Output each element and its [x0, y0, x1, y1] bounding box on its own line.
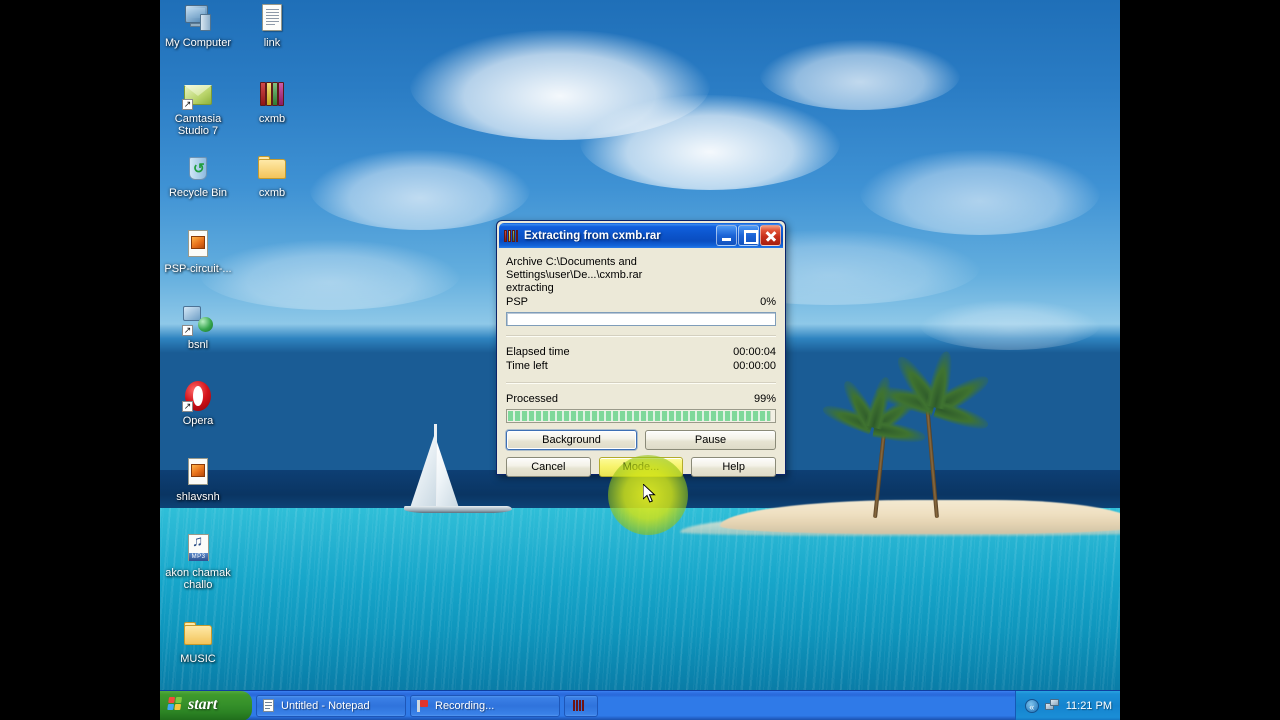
ocean-foreground — [160, 508, 1120, 720]
time-left-row: Time left 00:00:00 — [506, 359, 776, 373]
taskbar-item-winrar[interactable] — [564, 694, 598, 717]
psp-file-icon — [182, 228, 214, 260]
desktop-icon-recycle-bin[interactable]: ↺ Recycle Bin — [160, 152, 236, 199]
desktop-icon-my-computer[interactable]: My Computer — [160, 2, 236, 49]
windows-flag-icon — [167, 697, 184, 712]
recycle-bin-icon: ↺ — [182, 152, 214, 184]
desktop-icon-cxmb-folder[interactable]: cxmb — [234, 152, 310, 199]
winrar-archive-icon — [256, 78, 288, 110]
desktop-icon-label: My Computer — [164, 37, 232, 49]
mode-button[interactable]: Mode... — [598, 457, 684, 477]
elapsed-time-row: Elapsed time 00:00:04 — [506, 345, 776, 359]
desktop-icon-psp-circuit[interactable]: PSP-circuit-... — [160, 228, 236, 275]
folder-icon — [256, 152, 288, 184]
desktop-icon-label: cxmb — [258, 113, 286, 125]
minimize-button[interactable] — [716, 225, 737, 246]
camtasia-recorder-icon — [416, 699, 430, 713]
cancel-button[interactable]: Cancel — [506, 457, 591, 477]
elapsed-time-label: Elapsed time — [506, 346, 570, 358]
desktop-icon-camtasia-studio-7[interactable]: ↗ Camtasia Studio 7 — [160, 78, 236, 137]
desktop-icon-label: PSP-circuit-... — [164, 263, 232, 275]
psp-file-icon — [182, 456, 214, 488]
network-activity-icon[interactable] — [1044, 699, 1060, 712]
taskbar-item-notepad[interactable]: Untitled - Notepad — [256, 694, 406, 717]
dialog-button-row-primary: Background Pause — [506, 430, 776, 450]
operation-status-label: extracting — [506, 282, 554, 294]
current-file-progress-bar — [506, 312, 776, 326]
taskbar-item-label: Untitled - Notepad — [281, 699, 370, 712]
current-file-percent: 0% — [760, 296, 776, 308]
desktop-icon-label: link — [263, 37, 281, 49]
desktop-icon-label: MUSIC — [180, 653, 216, 665]
desktop-icon-akon-chamak-challo[interactable]: ♫ MP3 akon chamak challo — [160, 532, 236, 591]
desktop-icon-shlavsnh[interactable]: shlavsnh — [160, 456, 236, 503]
shortcut-arrow-icon: ↗ — [182, 99, 193, 110]
notepad-icon — [262, 698, 276, 713]
start-button-label: start — [188, 695, 218, 713]
desktop-icon-label: bsnl — [187, 339, 209, 351]
processed-percent: 99% — [753, 393, 776, 405]
desktop-icon-label: shlavsnh — [176, 491, 220, 503]
opera-browser-icon: ↗ — [182, 380, 214, 412]
extracting-dialog[interactable]: Extracting from cxmb.rar Archive C:\Docu… — [496, 220, 786, 477]
time-left-value: 00:00:00 — [733, 360, 776, 372]
desktop-icon-opera[interactable]: ↗ Opera — [160, 380, 236, 427]
taskbar-item-recording[interactable]: Recording... — [410, 694, 560, 717]
help-button[interactable]: Help — [691, 457, 777, 477]
elapsed-time-value: 00:00:04 — [733, 346, 776, 358]
close-button[interactable] — [760, 225, 781, 246]
winrar-books-icon — [503, 228, 519, 244]
desktop-icon-label: Camtasia Studio 7 — [174, 113, 222, 137]
folder-icon — [182, 618, 214, 650]
section-divider — [506, 382, 776, 384]
pause-button[interactable]: Pause — [645, 430, 776, 450]
shortcut-arrow-icon: ↗ — [182, 325, 193, 336]
dialog-button-row-secondary: Cancel Mode... Help — [506, 457, 777, 477]
dialog-title: Extracting from cxmb.rar — [524, 229, 661, 242]
desktop-icon-label: Recycle Bin — [168, 187, 228, 199]
shortcut-arrow-icon: ↗ — [182, 401, 193, 412]
my-computer-icon — [182, 2, 214, 34]
processed-progress-bar — [506, 409, 776, 423]
winrar-icon — [572, 699, 586, 713]
desktop-icon-bsnl[interactable]: ↗ bsnl — [160, 304, 236, 351]
current-file-row: PSP 0% — [506, 295, 776, 309]
desktop-icon-music[interactable]: MUSIC — [160, 618, 236, 665]
camtasia-studio-icon: ↗ — [182, 78, 214, 110]
desktop-icon-link[interactable]: link — [234, 2, 310, 49]
screen: My Computer link ↗ Camtasia Studio 7 cxm… — [0, 0, 1280, 720]
time-left-label: Time left — [506, 360, 548, 372]
background-button[interactable]: Background — [506, 430, 637, 450]
mp3-audio-icon: ♫ MP3 — [182, 532, 214, 564]
dialog-title-bar[interactable]: Extracting from cxmb.rar — [499, 223, 783, 248]
current-file-name: PSP — [506, 296, 529, 308]
archive-path-label: Archive C:\Documents and Settings\user\D… — [506, 256, 643, 281]
start-button[interactable]: start — [160, 690, 252, 720]
taskbar-item-label: Recording... — [435, 699, 495, 712]
processed-label: Processed — [506, 393, 558, 405]
show-hidden-icons-chevron-icon[interactable]: « — [1024, 698, 1039, 713]
clock[interactable]: 11:21 PM — [1066, 700, 1112, 712]
network-connection-icon: ↗ — [182, 304, 214, 336]
system-tray[interactable]: « 11:21 PM — [1014, 690, 1120, 720]
desktop-icon-label: akon chamak challo — [165, 567, 231, 591]
maximize-button[interactable] — [738, 225, 759, 246]
dialog-body: Archive C:\Documents and Settings\user\D… — [497, 248, 785, 477]
desktop-icon-cxmb-archive[interactable]: cxmb — [234, 78, 310, 125]
taskbar[interactable]: start Untitled - Notepad Recording... « … — [160, 690, 1120, 720]
desktop-icon-label: cxmb — [258, 187, 286, 199]
processed-row: Processed 99% — [506, 392, 776, 406]
section-divider — [506, 335, 776, 337]
text-document-icon — [256, 2, 288, 34]
desktop-icon-label: Opera — [182, 415, 214, 427]
